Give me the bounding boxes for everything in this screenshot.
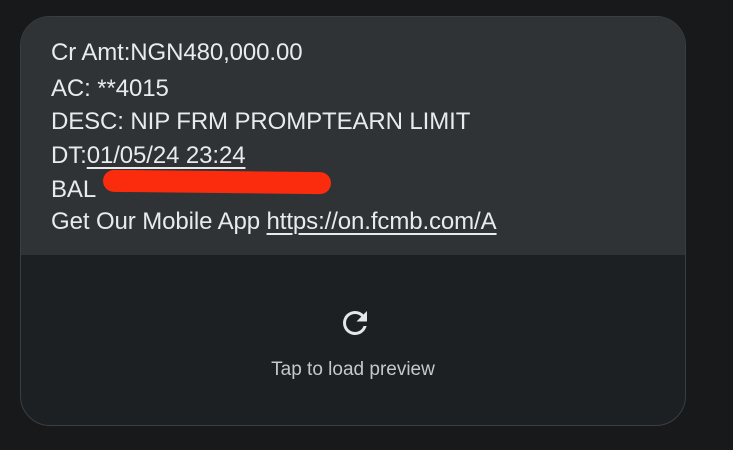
app-link[interactable]: https://on.fcmb.com/A [267, 208, 497, 235]
link-preview[interactable]: Tap to load preview [21, 255, 685, 425]
balance-line: BAL [51, 176, 96, 204]
date-prefix: DT: [51, 142, 87, 169]
app-line: Get Our Mobile App https://on.fcmb.com/A [51, 208, 497, 236]
tap-to-load-label: Tap to load preview [271, 359, 435, 380]
account-text: AC: **4015 [51, 75, 169, 102]
date-link[interactable]: 01/05/24 23:24 [87, 142, 246, 169]
reload-icon[interactable] [337, 305, 373, 341]
credit-amount-text: Cr Amt:NGN480,000.00 [51, 39, 303, 66]
balance-prefix: BAL [51, 176, 97, 203]
message-bubble[interactable]: Cr Amt:NGN480,000.00 AC: **4015 DESC: NI… [20, 16, 686, 426]
date-line: DT:01/05/24 23:24 [51, 142, 246, 170]
app-prefix: Get Our Mobile App [51, 208, 267, 235]
redaction-mark [102, 169, 332, 195]
message-body: Cr Amt:NGN480,000.00 AC: **4015 DESC: NI… [21, 17, 685, 255]
description-text: DESC: NIP FRM PROMPTEARN LIMIT [51, 108, 471, 135]
